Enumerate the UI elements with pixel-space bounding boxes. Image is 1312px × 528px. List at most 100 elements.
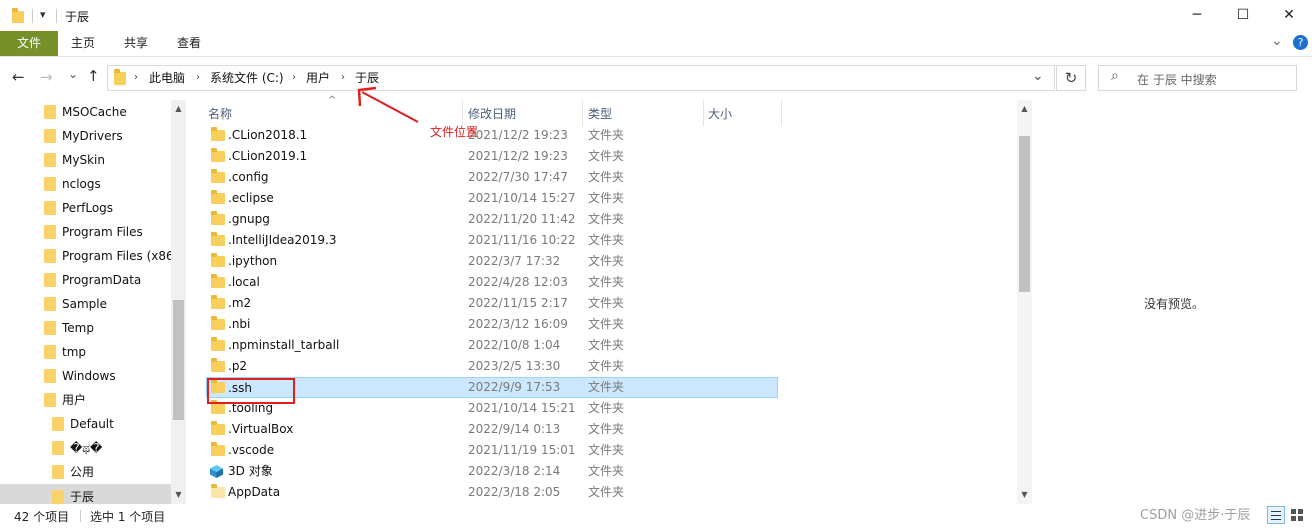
file-date: 2021/11/19 15:01 xyxy=(468,443,576,457)
file-date: 2021/11/16 10:22 xyxy=(468,233,576,247)
address-folder-icon xyxy=(114,69,126,85)
watermark: CSDN @进步·于辰 xyxy=(1140,508,1251,523)
sidebar-item-label: nclogs xyxy=(62,177,101,191)
file-row[interactable]: .IntelliJIdea2019.3 2021/11/16 10:22 文件夹 xyxy=(206,230,778,251)
folder-icon xyxy=(44,105,56,119)
file-type: 文件夹 xyxy=(588,401,625,415)
file-date: 2022/9/14 0:13 xyxy=(468,422,561,436)
address-dropdown-icon[interactable]: ⌄ xyxy=(1032,68,1044,84)
file-date: 2021/12/2 19:23 xyxy=(468,128,568,142)
file-row[interactable]: .npminstall_tarball 2022/10/8 1:04 文件夹 xyxy=(206,335,778,356)
refresh-button[interactable]: ↻ xyxy=(1056,65,1086,91)
file-row[interactable]: .config 2022/7/30 17:47 文件夹 xyxy=(206,167,778,188)
annotation-arrow xyxy=(357,86,419,123)
back-button[interactable]: ← xyxy=(12,68,25,86)
tab-view[interactable]: 查看 xyxy=(177,31,201,56)
file-name: .npminstall_tarball xyxy=(228,338,340,352)
chevron-right-icon[interactable]: › xyxy=(341,66,345,90)
folder-icon xyxy=(44,129,56,143)
window-folder-icon xyxy=(12,8,24,23)
file-row[interactable]: .p2 2023/2/5 13:30 文件夹 xyxy=(206,356,778,377)
file-date: 2022/4/28 12:03 xyxy=(468,275,568,289)
scroll-up-arrow-icon[interactable]: ▲ xyxy=(171,102,186,116)
file-type: 文件夹 xyxy=(588,170,625,184)
folder-icon xyxy=(211,211,225,225)
sidebar-item-label: tmp xyxy=(62,345,87,359)
toolbar-divider xyxy=(56,9,57,23)
file-row[interactable]: .ipython 2022/3/7 17:32 文件夹 xyxy=(206,251,778,272)
file-name: .ipython xyxy=(228,254,278,268)
file-row[interactable]: .VirtualBox 2022/9/14 0:13 文件夹 xyxy=(206,419,778,440)
folder-icon xyxy=(211,442,225,456)
folder-icon xyxy=(44,393,56,407)
recent-locations-dropdown-icon[interactable]: ⌄ xyxy=(68,67,78,81)
close-button[interactable]: ✕ xyxy=(1266,0,1312,30)
scroll-down-arrow-icon[interactable]: ▼ xyxy=(1017,488,1032,502)
sidebar-item-label: MyDrivers xyxy=(62,129,123,143)
breadcrumb-this-pc[interactable]: 此电脑 xyxy=(149,66,185,90)
file-row[interactable]: .CLion2019.1 2021/12/2 19:23 文件夹 xyxy=(206,146,778,167)
scrollbar-thumb[interactable] xyxy=(173,300,184,420)
file-type: 文件夹 xyxy=(588,296,625,310)
column-header-type[interactable]: 类型 xyxy=(584,100,704,126)
column-header-date-modified[interactable]: 修改日期 xyxy=(464,100,583,126)
file-date: 2022/11/20 11:42 xyxy=(468,212,576,226)
window-title: 于辰 xyxy=(65,10,90,24)
sidebar-item-label: 于辰 xyxy=(70,490,95,504)
search-input[interactable]: ⌕ 在 于辰 中搜索 xyxy=(1098,65,1297,91)
forward-button[interactable]: → xyxy=(40,68,53,86)
chevron-right-icon[interactable]: › xyxy=(292,66,296,90)
navigation-pane: MSOCache MyDrivers MySkin nclogs PerfLog… xyxy=(0,100,186,504)
folder-icon xyxy=(211,148,225,162)
scroll-down-arrow-icon[interactable]: ▼ xyxy=(171,488,186,502)
chevron-right-icon[interactable]: › xyxy=(196,66,200,90)
maximize-button[interactable]: ☐ xyxy=(1220,0,1266,30)
file-date: 2022/9/9 17:53 xyxy=(468,380,561,394)
scrollbar-thumb[interactable] xyxy=(1019,136,1030,292)
help-icon[interactable]: ? xyxy=(1293,35,1308,50)
file-type: 文件夹 xyxy=(588,128,625,142)
file-name: .IntelliJIdea2019.3 xyxy=(228,233,337,247)
file-row[interactable]: .gnupg 2022/11/20 11:42 文件夹 xyxy=(206,209,778,230)
file-row[interactable]: .nbi 2022/3/12 16:09 文件夹 xyxy=(206,314,778,335)
folder-icon xyxy=(52,465,64,479)
scroll-up-arrow-icon[interactable]: ▲ xyxy=(1017,102,1032,116)
tab-file[interactable]: 文件 xyxy=(0,31,58,56)
breadcrumb-users[interactable]: 用户 xyxy=(306,66,330,90)
file-type: 文件夹 xyxy=(588,191,625,205)
file-type: 文件夹 xyxy=(588,275,625,289)
file-row[interactable]: .local 2022/4/28 12:03 文件夹 xyxy=(206,272,778,293)
column-header-size[interactable]: 大小 xyxy=(704,100,782,126)
navigation-scrollbar[interactable]: ▲ ▼ xyxy=(171,100,186,504)
file-row[interactable]: .vscode 2021/11/19 15:01 文件夹 xyxy=(206,440,778,461)
search-icon: ⌕ xyxy=(1111,68,1119,84)
breadcrumb-system-drive[interactable]: 系统文件 (C:) xyxy=(210,66,284,90)
folder-icon xyxy=(44,321,56,335)
file-row[interactable]: AppData 2022/3/18 2:05 文件夹 xyxy=(206,482,778,503)
sidebar-item-label: Program Files xyxy=(62,225,143,239)
tab-home[interactable]: 主页 xyxy=(71,31,95,56)
quick-access-dropdown-icon[interactable]: ▾ xyxy=(40,8,46,21)
file-row[interactable]: 3D 对象 2022/3/18 2:14 文件夹 xyxy=(206,461,778,482)
folder-icon xyxy=(44,201,56,215)
folder-icon xyxy=(211,421,225,435)
folder-light-icon xyxy=(211,484,225,498)
sidebar-item-label: Windows xyxy=(62,369,116,383)
tab-share[interactable]: 共享 xyxy=(124,31,148,56)
minimize-button[interactable]: ─ xyxy=(1174,0,1220,30)
folder-icon xyxy=(211,295,225,309)
file-list-scrollbar[interactable]: ▲ ▼ xyxy=(1017,100,1032,504)
file-row[interactable]: .eclipse 2021/10/14 15:27 文件夹 xyxy=(206,188,778,209)
file-type: 文件夹 xyxy=(588,443,625,457)
up-button[interactable]: ↑ xyxy=(87,67,100,85)
file-row[interactable]: .m2 2022/11/15 2:17 文件夹 xyxy=(206,293,778,314)
file-type: 文件夹 xyxy=(588,317,625,331)
large-icons-view-icon[interactable] xyxy=(1290,508,1304,522)
file-type: 文件夹 xyxy=(588,359,625,373)
details-view-icon[interactable] xyxy=(1267,506,1285,524)
address-bar[interactable]: › 此电脑 › 系统文件 (C:) › 用户 › 于辰 ⌄ xyxy=(107,65,1055,91)
file-date: 2021/12/2 19:23 xyxy=(468,149,568,163)
file-row[interactable]: .CLion2018.1 2021/12/2 19:23 文件夹 xyxy=(206,125,778,146)
ribbon-expand-chevron-icon[interactable]: ⌄ xyxy=(1271,33,1283,49)
file-date: 2022/3/18 2:05 xyxy=(468,485,561,499)
